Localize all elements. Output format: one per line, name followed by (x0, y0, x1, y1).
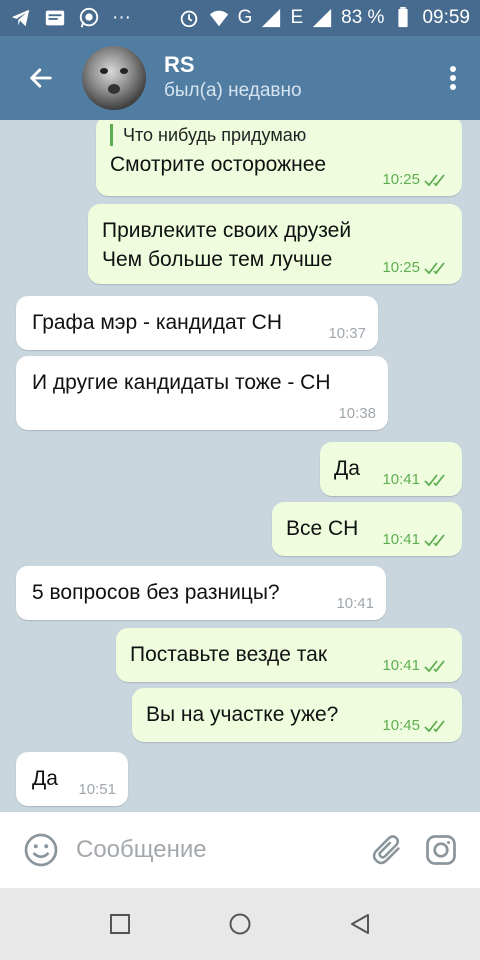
double-check-icon (424, 173, 445, 186)
network-type-2-label: E (290, 7, 304, 28)
message-time: 10:51 (78, 781, 116, 798)
message-meta: 10:45 (382, 717, 450, 734)
message-icon (45, 10, 65, 26)
message-meta: 10:41 (382, 657, 450, 674)
message-bubble[interactable]: Поставьте везде так 10:41 (116, 628, 462, 682)
message-input-bar: Сообщение (0, 812, 480, 888)
message-bubble[interactable]: Да 10:51 (16, 752, 128, 806)
double-check-icon (424, 719, 445, 732)
network-type-label: G (237, 7, 253, 28)
avatar[interactable] (82, 46, 146, 110)
double-check-icon (424, 533, 445, 546)
message-time: 10:41 (336, 595, 374, 612)
arrow-left-icon (30, 68, 52, 88)
message-time: 10:45 (382, 717, 420, 734)
more-options-button[interactable] (426, 36, 480, 120)
battery-icon (398, 7, 409, 28)
message-bubble[interactable]: Графа мэр - кандидат СН 10:37 (16, 296, 378, 350)
whatsapp-icon (79, 7, 99, 28)
message-bubble[interactable]: 5 вопросов без разницы? 10:41 (16, 566, 386, 620)
back-button[interactable] (0, 36, 82, 120)
chat-title[interactable]: RS был(а) недавно (164, 52, 302, 104)
smile-icon (24, 833, 58, 867)
message-meta: 10:37 (328, 325, 366, 342)
wifi-icon (209, 10, 228, 27)
message-meta: 10:25 (382, 171, 450, 188)
alarm-icon (180, 10, 197, 28)
message-time: 10:25 (382, 171, 420, 188)
message-meta: 10:51 (78, 781, 116, 798)
system-nav-bar (0, 888, 480, 960)
signal-icon (262, 8, 281, 28)
message-time: 10:41 (382, 471, 420, 488)
message-time: 10:41 (382, 531, 420, 548)
double-check-icon (424, 659, 445, 672)
paperclip-icon (372, 835, 400, 865)
message-time: 10:37 (328, 325, 366, 342)
telegram-icon (11, 9, 30, 27)
message-text: 5 вопросов без разницы? (32, 581, 280, 604)
reply-quote: Что нибудь придумаю (110, 124, 448, 146)
message-meta: 10:41 (382, 531, 450, 548)
battery-percent: 83 % (341, 7, 385, 28)
camera-icon (426, 835, 456, 865)
kebab-menu-icon (450, 66, 456, 90)
recents-button[interactable] (109, 913, 131, 935)
message-time: 10:38 (338, 405, 376, 422)
message-meta: 10:38 (338, 405, 376, 422)
message-meta: 10:41 (336, 595, 374, 612)
chat-header: RS был(а) недавно (0, 36, 480, 120)
double-check-icon (424, 261, 445, 274)
message-time: 10:25 (382, 259, 420, 276)
message-text: Графа мэр - кандидат СН (32, 311, 283, 334)
last-seen-status: был(а) недавно (164, 80, 302, 101)
clock: 09:59 (422, 7, 470, 28)
message-bubble[interactable]: Да 10:41 (320, 442, 462, 496)
double-check-icon (424, 473, 445, 486)
signal-2-icon (312, 8, 332, 28)
message-bubble[interactable]: Все СН 10:41 (272, 502, 462, 556)
message-meta: 10:25 (382, 259, 450, 276)
more-notifications-icon: ··· (112, 7, 131, 28)
message-bubble[interactable]: Вы на участке уже? 10:45 (132, 688, 462, 742)
message-bubble[interactable]: И другие кандидаты тоже - СН 10:38 (16, 356, 388, 430)
back-nav-button[interactable] (349, 912, 371, 936)
message-text: И другие кандидаты тоже - СН (32, 371, 331, 394)
home-button[interactable] (228, 912, 252, 936)
status-bar: ··· G E 83 % 09:59 (0, 0, 480, 36)
attach-button[interactable] (368, 831, 406, 869)
emoji-button[interactable] (22, 831, 60, 869)
message-meta: 10:41 (382, 471, 450, 488)
message-list[interactable]: Что нибудь придумаю Смотрите осторожнее … (0, 120, 480, 812)
camera-button[interactable] (422, 831, 460, 869)
chat-name: RS (164, 52, 195, 77)
message-time: 10:41 (382, 657, 420, 674)
message-bubble[interactable]: Что нибудь придумаю Смотрите осторожнее … (96, 120, 462, 196)
message-input[interactable]: Сообщение (76, 836, 207, 864)
message-bubble[interactable]: Привлеките своих друзей Чем больше тем л… (88, 204, 462, 284)
